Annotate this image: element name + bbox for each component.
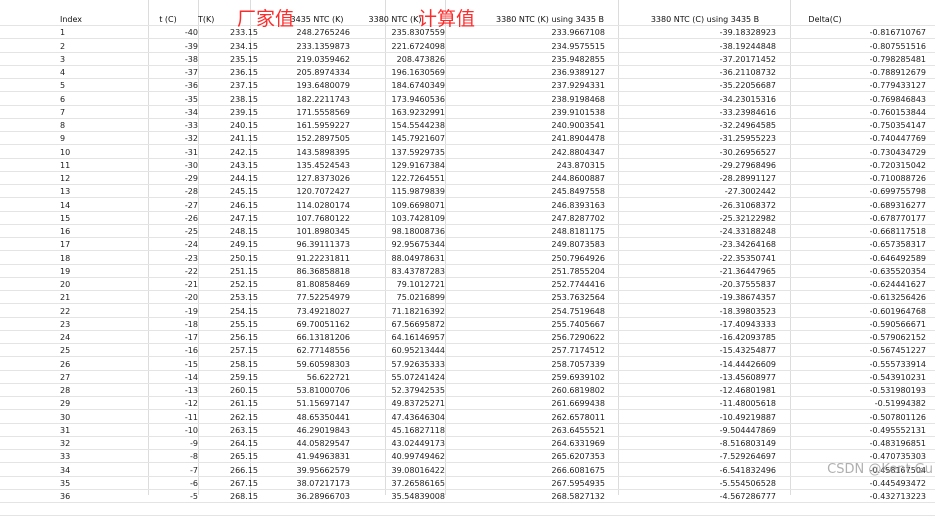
cell-ntc-3380-k[interactable]: 35.54839008	[350, 489, 445, 505]
cell-ntc-3380-k-using-3435b[interactable]: 268.5827132	[445, 489, 605, 505]
watermark: CSDN @Kent Gu	[827, 462, 933, 477]
annotation-factory-value: 厂家值	[237, 8, 295, 30]
annotation-computed-value: 计算值	[418, 8, 476, 30]
cell-ntc-3435-k[interactable]: 36.28966703	[250, 489, 350, 505]
cell-ntc-3380-c-using-3435b[interactable]: -4.567286777	[618, 489, 776, 505]
spreadsheet-grid[interactable]: Index t (C) T(K) 3435 NTC (K) 3380 NTC (K) 33…	[0, 0, 935, 516]
cell-t-k[interactable]: 268.15	[198, 489, 258, 505]
cell-index[interactable]: 36	[60, 489, 140, 505]
cell-t-c[interactable]: -5	[148, 489, 198, 505]
cell-delta-c[interactable]: -0.432713223	[778, 489, 926, 505]
